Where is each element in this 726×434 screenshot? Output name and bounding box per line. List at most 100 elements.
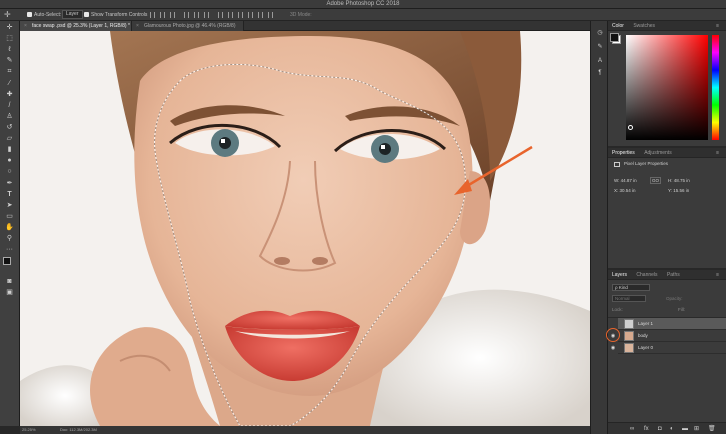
distribute-right-icon[interactable] bbox=[268, 12, 273, 18]
tab-swatches[interactable]: Swatches bbox=[629, 23, 659, 29]
eye-icon[interactable]: ◉ bbox=[608, 342, 618, 354]
layer-mask-icon[interactable]: ◘ bbox=[658, 423, 662, 434]
path-select-tool-icon[interactable]: ➤ bbox=[4, 201, 15, 210]
auto-select-dropdown[interactable]: Layer bbox=[62, 9, 83, 21]
marquee-tool-icon[interactable]: ⬚ bbox=[4, 34, 15, 43]
panel-menu-icon[interactable]: ≡ bbox=[712, 21, 723, 31]
height-field[interactable]: H: 48.75 in bbox=[668, 178, 690, 183]
layer-name[interactable]: body bbox=[638, 330, 648, 342]
pen-tool-icon[interactable]: ✒ bbox=[4, 179, 15, 188]
tools-panel: ✛ ⬚ ℓ ✎ ⌗ ⁄ ✚ / ♙ ↺ ▱ ▮ ● ○ ✒ T ➤ ▭ ✋ ⚲ … bbox=[0, 21, 20, 426]
panel-menu-icon[interactable]: ≡ bbox=[712, 270, 723, 280]
history-icon[interactable]: ◷ bbox=[596, 29, 604, 37]
3d-mode-label: 3D Mode: bbox=[290, 12, 312, 18]
tab-paths[interactable]: Paths bbox=[663, 272, 684, 278]
tab-layers[interactable]: Layers bbox=[608, 272, 631, 278]
link-dimensions-icon[interactable]: GO bbox=[650, 177, 662, 184]
dodge-tool-icon[interactable]: ○ bbox=[4, 167, 15, 176]
quick-select-tool-icon[interactable]: ✎ bbox=[4, 56, 15, 65]
panel-menu-icon[interactable]: ≡ bbox=[712, 148, 723, 158]
screen-mode-icon[interactable]: ▣ bbox=[4, 288, 15, 297]
layer-row[interactable]: Layer 0 bbox=[618, 342, 726, 354]
hand-tool-icon[interactable]: ✋ bbox=[4, 223, 15, 232]
adjustment-layer-icon[interactable]: ◐ bbox=[670, 423, 674, 434]
align-top-icon[interactable] bbox=[184, 12, 189, 18]
auto-select-value: Layer bbox=[62, 10, 83, 19]
hue-slider[interactable] bbox=[712, 35, 719, 140]
layer-thumbnail bbox=[624, 331, 634, 341]
distribute-center-icon[interactable] bbox=[258, 12, 263, 18]
transform-controls-checkbox[interactable]: Show Transform Controls bbox=[84, 9, 147, 21]
layer-name[interactable]: Layer 0 bbox=[638, 342, 653, 354]
width-field[interactable]: W: 44.87 in bbox=[614, 178, 637, 183]
layer-row[interactable]: body bbox=[618, 330, 726, 342]
doc-size: Doc: 112.3M/202.3M bbox=[60, 427, 97, 432]
history-brush-tool-icon[interactable]: ↺ bbox=[4, 123, 15, 132]
eyedropper-tool-icon[interactable]: ⁄ bbox=[4, 79, 15, 88]
layer-name[interactable]: Layer 1 bbox=[638, 318, 653, 330]
pixel-layer-icon bbox=[614, 162, 620, 167]
tab-channels[interactable]: Channels bbox=[632, 272, 661, 278]
eraser-tool-icon[interactable]: ▱ bbox=[4, 134, 15, 143]
move-tool-icon[interactable]: ✛ bbox=[4, 23, 15, 32]
more-tools-icon[interactable]: ··· bbox=[4, 245, 15, 254]
distribute-top-icon[interactable] bbox=[218, 12, 223, 18]
close-icon[interactable]: × bbox=[136, 21, 139, 31]
align-center-icon[interactable] bbox=[160, 12, 165, 18]
gradient-tool-icon[interactable]: ▮ bbox=[4, 145, 15, 154]
color-picker-cursor[interactable] bbox=[628, 125, 633, 130]
checkbox-icon bbox=[84, 12, 89, 17]
tab-label: Glamourous Photo.jpg @ 46.4% (RGB/8) bbox=[144, 23, 236, 29]
layer-row[interactable]: Layer 1 bbox=[618, 318, 726, 330]
tab-glamourous-photo[interactable]: × Glamourous Photo.jpg @ 46.4% (RGB/8) bbox=[132, 21, 244, 31]
zoom-tool-icon[interactable]: ⚲ bbox=[4, 234, 15, 243]
foreground-color-chip[interactable] bbox=[610, 33, 619, 42]
x-field[interactable]: X: 30.54 in bbox=[614, 188, 636, 193]
type-tool-icon[interactable]: T bbox=[4, 190, 15, 199]
foreground-color-swatch[interactable] bbox=[3, 257, 11, 265]
adjustments-icon[interactable]: ✎ bbox=[596, 43, 604, 51]
app-title: Adobe Photoshop CC 2018 bbox=[326, 1, 400, 7]
tab-color[interactable]: Color bbox=[608, 23, 628, 29]
title-bar: Adobe Photoshop CC 2018 bbox=[0, 0, 726, 9]
rectangle-tool-icon[interactable]: ▭ bbox=[4, 212, 15, 221]
move-tool-icon[interactable]: ✛ bbox=[4, 9, 11, 21]
paragraph-icon[interactable]: ¶ bbox=[596, 69, 604, 77]
document-canvas[interactable] bbox=[20, 31, 590, 426]
distribute-left-icon[interactable] bbox=[248, 12, 253, 18]
tab-properties[interactable]: Properties bbox=[608, 150, 639, 156]
panel-dock: ◷ ✎ A ¶ bbox=[590, 21, 608, 434]
distribute-bottom-icon[interactable] bbox=[238, 12, 243, 18]
tab-face-swap[interactable]: × face swap .psd @ 25.3% (Layer 1, RGB/8)… bbox=[20, 21, 132, 31]
character-icon[interactable]: A bbox=[596, 57, 604, 65]
blend-mode-dropdown[interactable]: Normal bbox=[612, 295, 646, 302]
group-icon[interactable]: ▬ bbox=[682, 423, 688, 434]
y-field[interactable]: Y: 15.56 in bbox=[668, 188, 689, 193]
layer-filter-dropdown[interactable]: ρ Kind bbox=[612, 284, 650, 291]
brush-tool-icon[interactable]: / bbox=[4, 101, 15, 110]
blur-tool-icon[interactable]: ● bbox=[4, 156, 15, 165]
layer-style-icon[interactable]: fx bbox=[644, 423, 649, 434]
tab-adjustments[interactable]: Adjustments bbox=[640, 150, 676, 156]
delete-layer-icon[interactable]: 🗑 bbox=[708, 423, 716, 434]
clone-stamp-tool-icon[interactable]: ♙ bbox=[4, 112, 15, 121]
close-icon[interactable]: × bbox=[24, 21, 27, 31]
link-layers-icon[interactable]: ∞ bbox=[630, 423, 634, 434]
healing-brush-tool-icon[interactable]: ✚ bbox=[4, 90, 15, 99]
quick-mask-icon[interactable]: ◙ bbox=[4, 277, 15, 286]
distribute-middle-icon[interactable] bbox=[228, 12, 233, 18]
color-picker-field[interactable] bbox=[626, 35, 708, 140]
align-left-icon[interactable] bbox=[150, 12, 155, 18]
align-middle-icon[interactable] bbox=[194, 12, 199, 18]
layer-thumbnail bbox=[624, 319, 634, 329]
portrait-image bbox=[20, 31, 590, 426]
lasso-tool-icon[interactable]: ℓ bbox=[4, 45, 15, 54]
align-bottom-icon[interactable] bbox=[204, 12, 209, 18]
status-bar: 25.25% Doc: 112.3M/202.3M bbox=[20, 426, 590, 434]
new-layer-icon[interactable]: ⊞ bbox=[694, 423, 699, 434]
opacity-label: Opacity: bbox=[666, 296, 683, 301]
crop-tool-icon[interactable]: ⌗ bbox=[4, 67, 15, 76]
zoom-level[interactable]: 25.25% bbox=[22, 426, 36, 434]
auto-select-checkbox[interactable]: Auto-Select: bbox=[27, 9, 61, 21]
align-right-icon[interactable] bbox=[170, 12, 175, 18]
